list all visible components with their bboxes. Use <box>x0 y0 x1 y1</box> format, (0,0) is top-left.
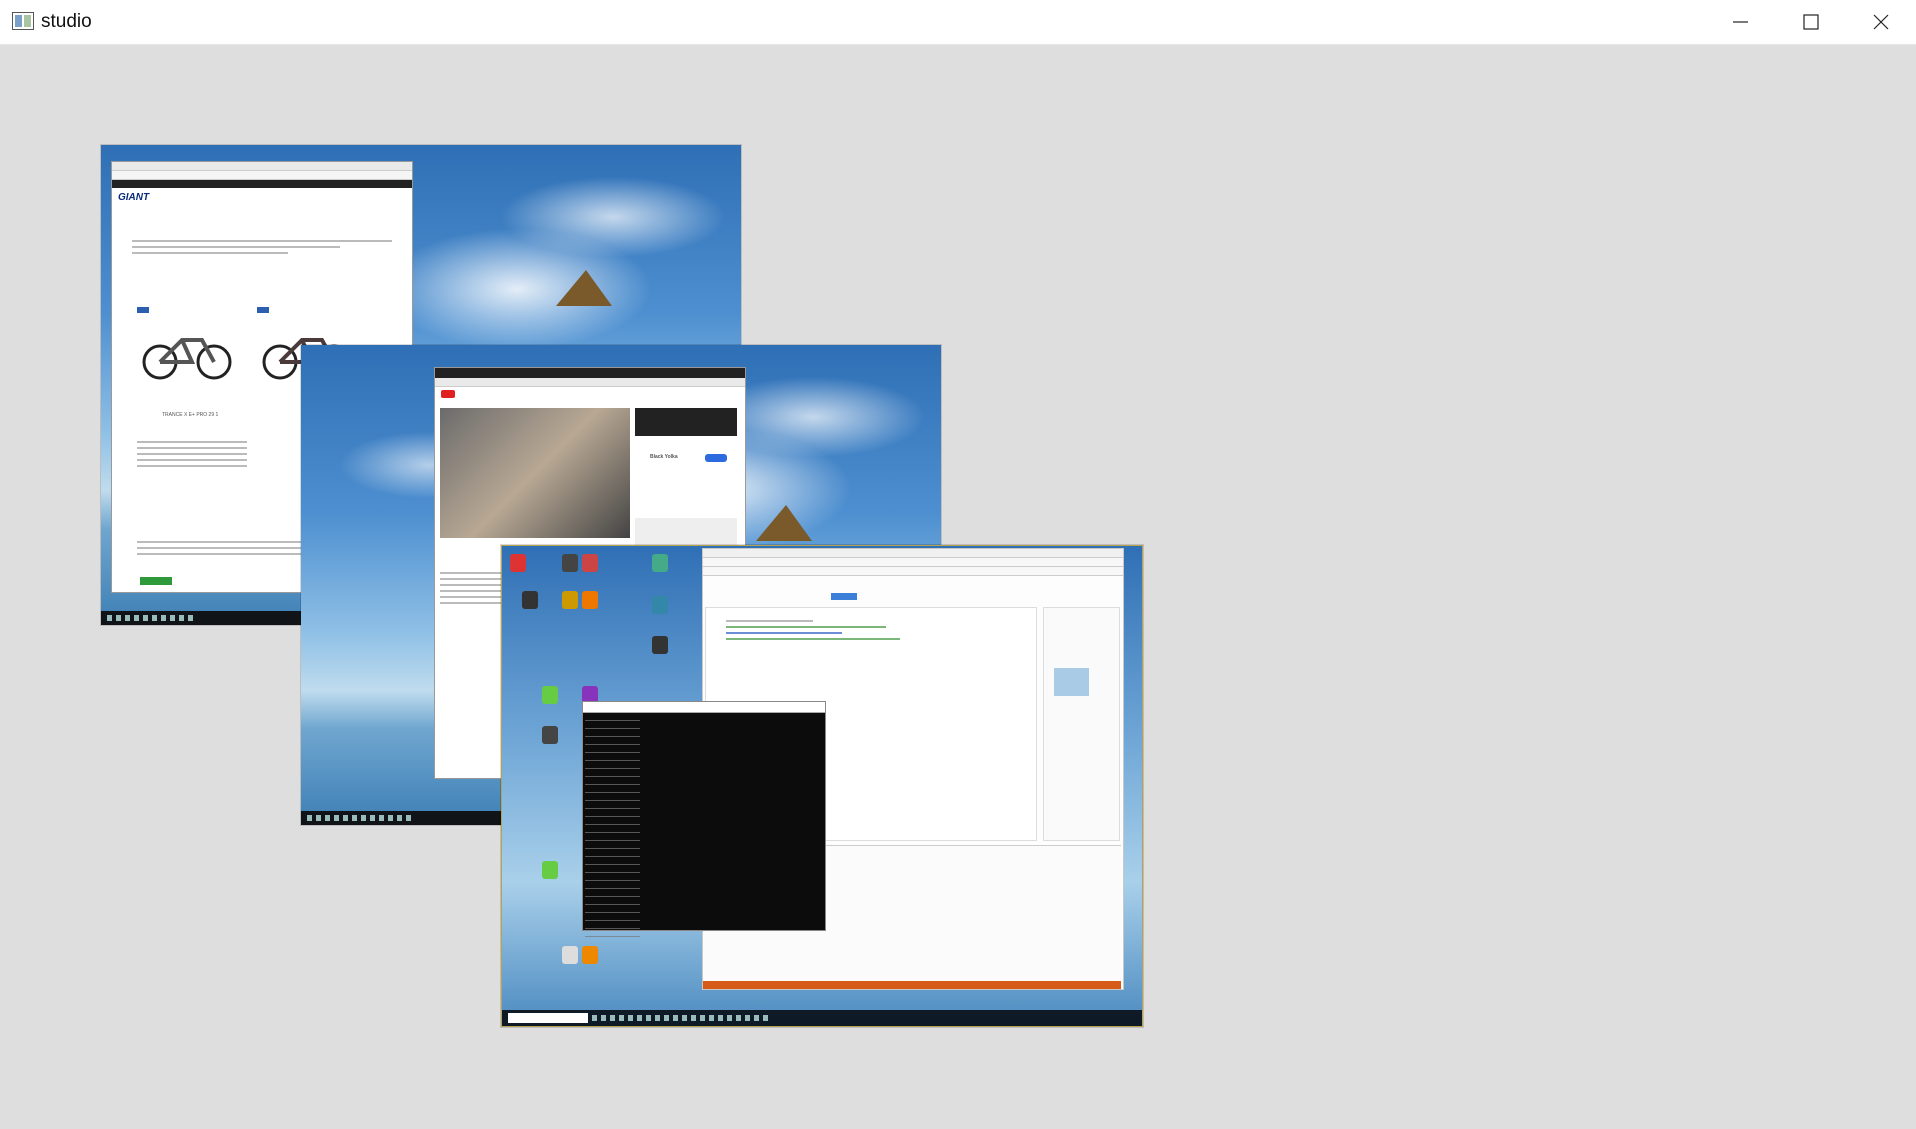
product-label: TRANCE X E+ PRO 29 1 <box>162 412 219 418</box>
window-title: studio <box>41 11 92 32</box>
console-window <box>582 701 826 937</box>
close-icon <box>1873 14 1889 30</box>
screenshot-thumbnail-3[interactable] <box>501 545 1143 1027</box>
title-bar: studio <box>0 0 1916 45</box>
app-icon <box>12 12 34 30</box>
minimize-icon <box>1733 21 1748 23</box>
video-player[interactable] <box>440 408 630 538</box>
maximize-icon <box>1803 14 1819 30</box>
canvas-area: GIANT TRANCE X E+ PRO 29 1 Black Yolka <box>0 45 1916 1129</box>
bike-image <box>142 338 232 380</box>
minimize-button[interactable] <box>1706 0 1776 45</box>
close-button[interactable] <box>1846 0 1916 45</box>
channel-name: Black Yolka <box>650 454 678 460</box>
maximize-button[interactable] <box>1776 0 1846 45</box>
site-logo: GIANT <box>118 191 150 203</box>
youtube-logo-icon <box>441 390 455 398</box>
